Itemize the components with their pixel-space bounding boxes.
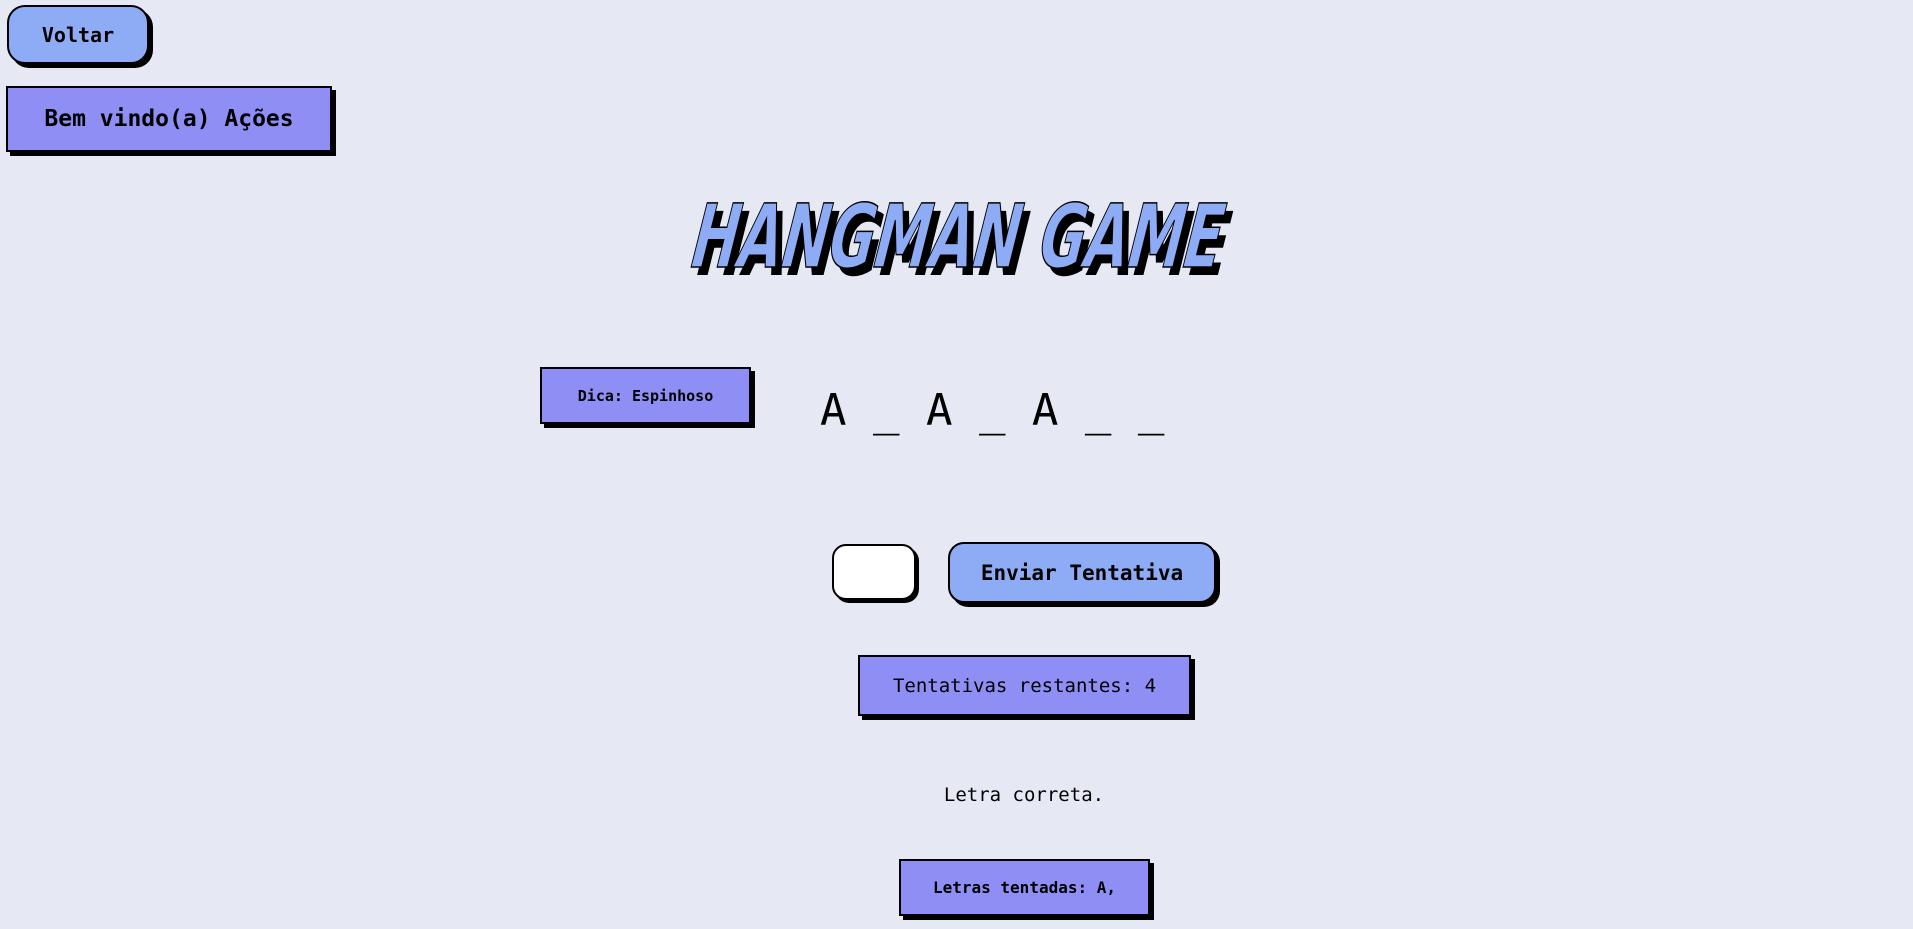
feedback-message: Letra correta.	[943, 784, 1105, 806]
game-title-text: HANGMAN GAME	[690, 195, 1236, 289]
welcome-banner: Bem vindo(a) Ações	[6, 86, 332, 152]
hint-box: Dica: Espinhoso	[540, 367, 751, 424]
attempts-remaining-box: Tentativas restantes: 4	[858, 655, 1191, 716]
guess-input[interactable]	[832, 544, 916, 600]
game-title: HANGMAN GAME HANGMAN GAME	[690, 195, 1242, 295]
masked-word: A _ A _ A _ _	[820, 385, 1165, 436]
back-button[interactable]: Voltar	[7, 5, 149, 64]
letters-tried-box: Letras tentadas: A,	[899, 859, 1150, 916]
submit-guess-button[interactable]: Enviar Tentativa	[948, 542, 1216, 603]
